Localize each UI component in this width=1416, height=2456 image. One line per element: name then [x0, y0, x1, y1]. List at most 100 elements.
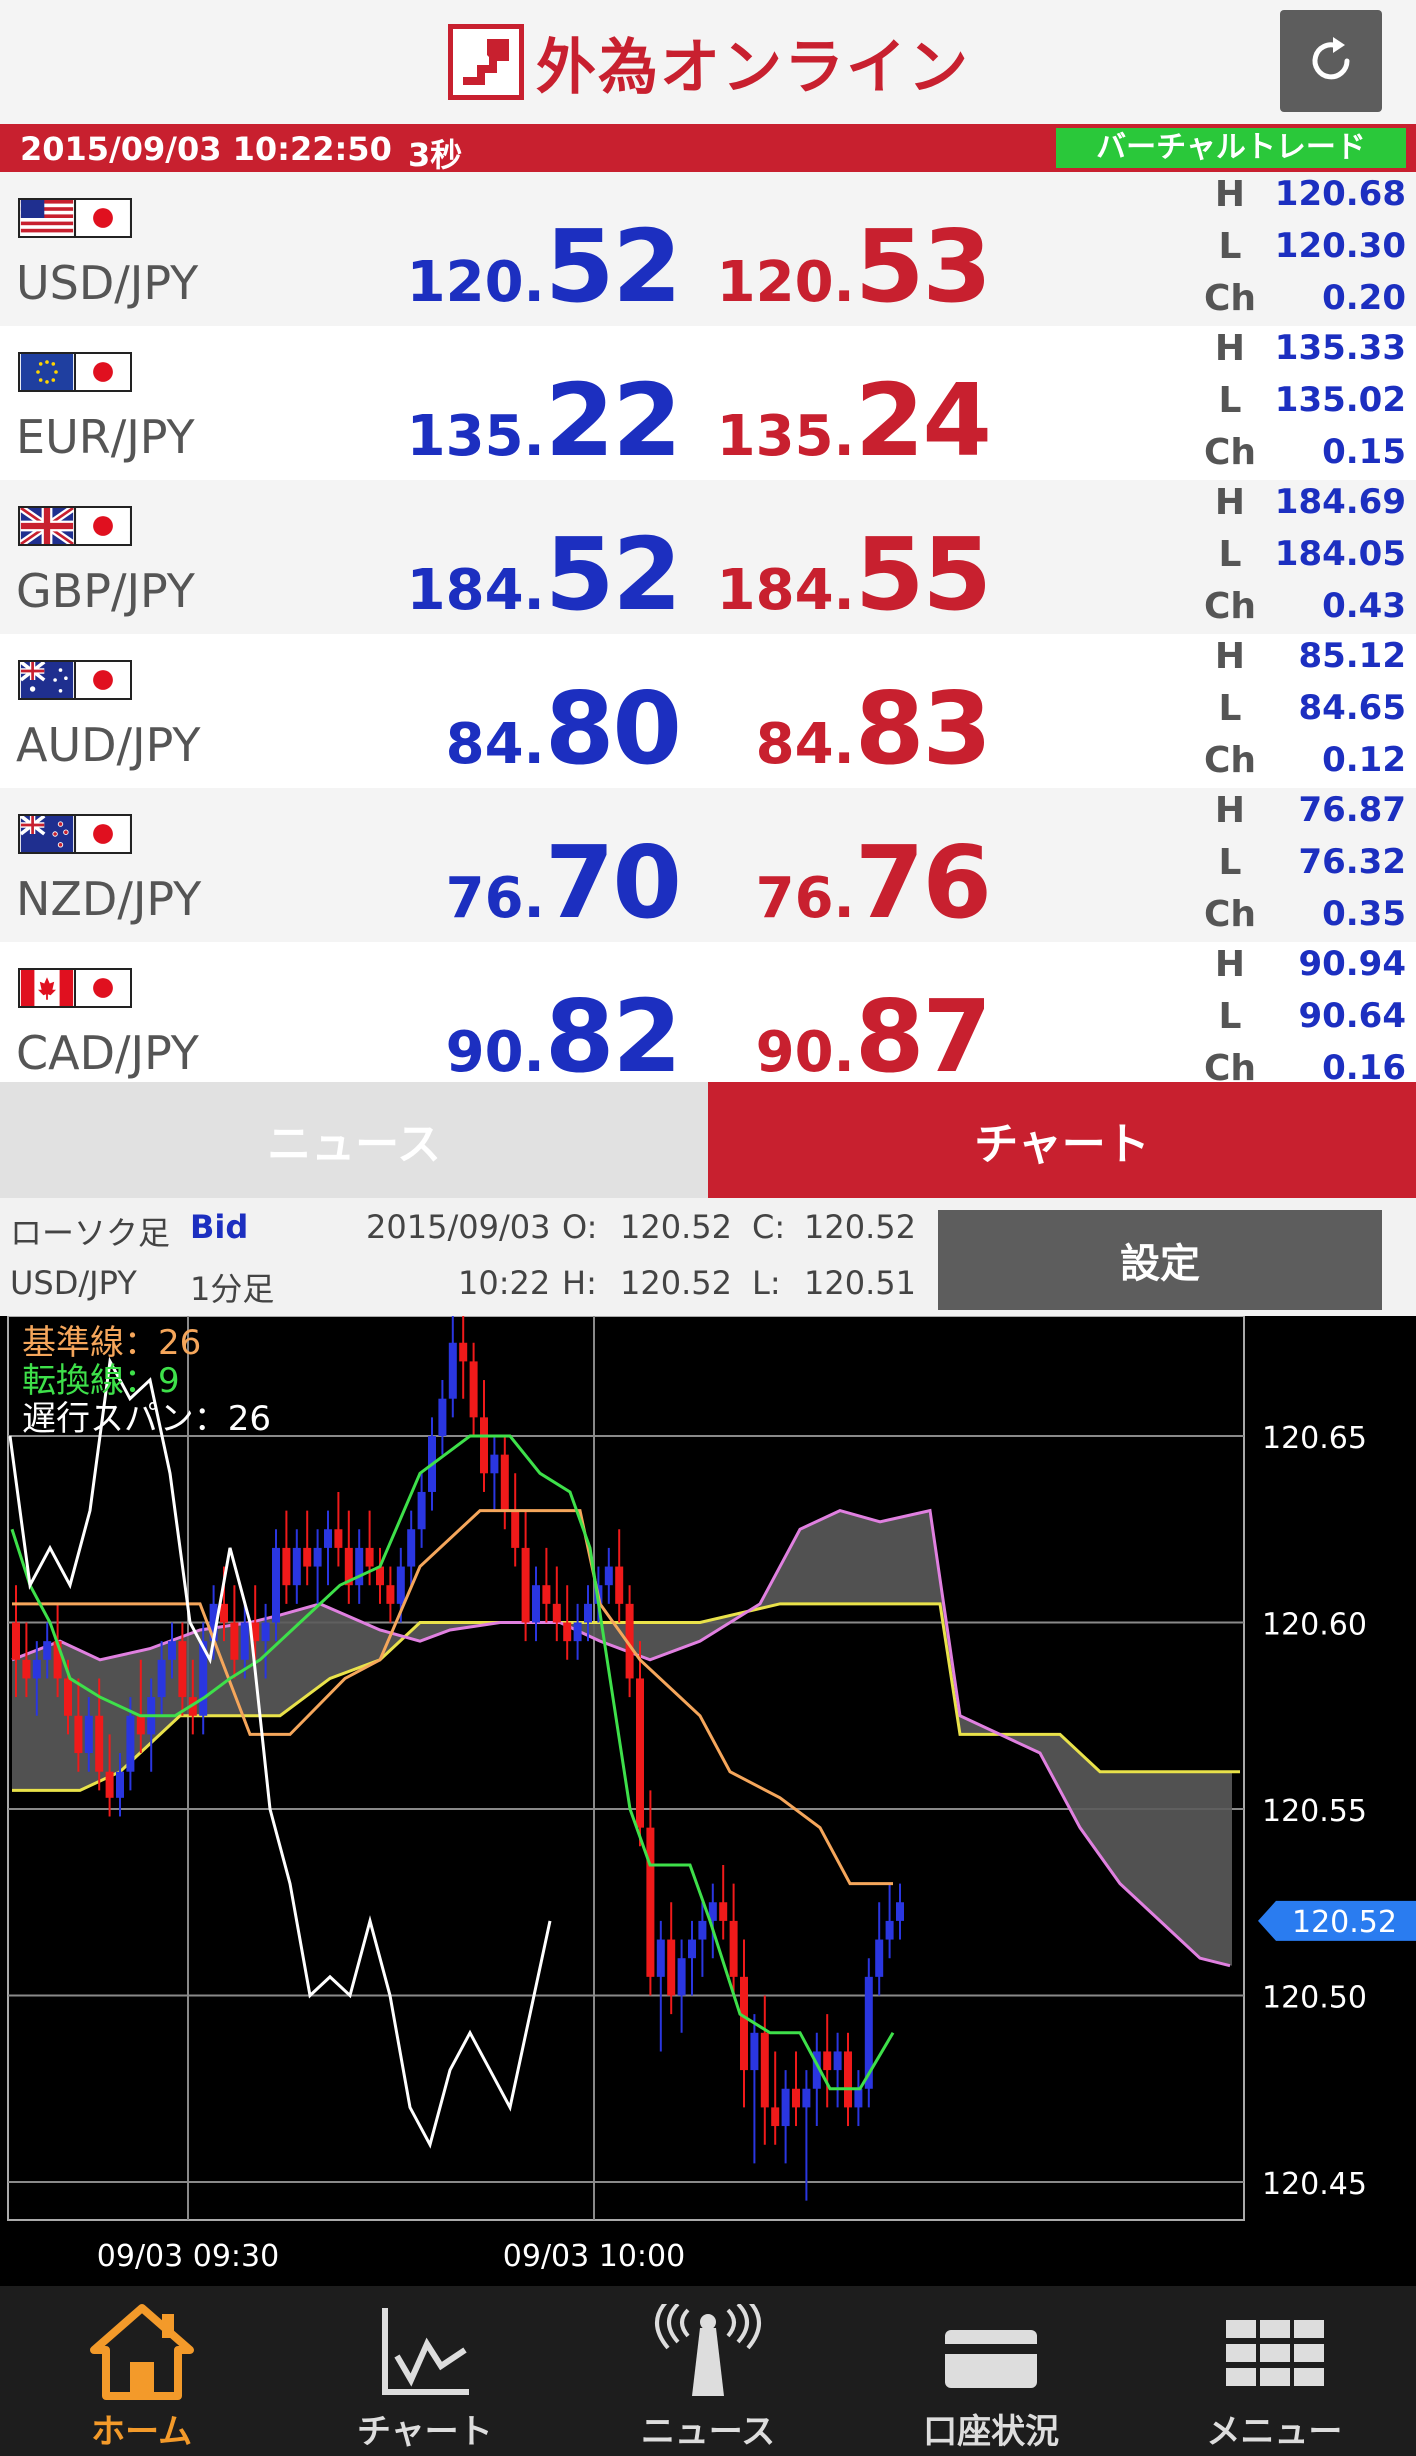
y-tick-label: 120.45	[1262, 2167, 1367, 2202]
logo-text: 外為オンライン	[536, 32, 970, 103]
panel-tabs: ニュース チャート	[0, 1082, 1416, 1198]
high-label: H	[1214, 482, 1246, 523]
ask-price[interactable]: 120.53	[690, 208, 992, 325]
change-label: Ch	[1203, 740, 1257, 781]
bid-price[interactable]: 90.82	[380, 978, 682, 1082]
candle-body	[261, 1622, 270, 1642]
ask-integer: 84.	[755, 712, 855, 777]
chart-canvas[interactable]: 120.65 120.60 120.55 120.50 120.45 09/03 09:3…	[0, 1316, 1416, 2286]
indicator-legend: 基準線：26 転換線：9 遅行スパン：26	[22, 1324, 271, 1438]
candle-body	[386, 1585, 395, 1604]
low-label: L	[1218, 380, 1242, 421]
bid-price[interactable]: 120.52	[380, 208, 682, 325]
bid-price[interactable]: 184.52	[380, 516, 682, 633]
price-chart[interactable]: 120.65 120.60 120.55 120.50 120.45 09/03 09:3…	[0, 1316, 1416, 2286]
price-side: Bid	[190, 1208, 249, 1246]
hlc-stats: H 120.68 L 120.30 Ch 0.20	[1200, 172, 1410, 326]
candle-body	[604, 1566, 613, 1586]
ca-flag-icon	[18, 968, 76, 1008]
current-price-marker: 120.52	[1258, 1900, 1416, 1941]
nav-label: チャート	[356, 2412, 493, 2452]
candle-body	[760, 2032, 769, 2108]
rate-row-cadjpy[interactable]: CAD/JPY 90.82 90.87 H 90.94 L 90.64 Ch 0.16	[0, 942, 1416, 1082]
change-value: 0.12	[1322, 740, 1406, 780]
rate-row-eurjpy[interactable]: EUR/JPY 135.22 135.24 H 135.33 L 135.02 Ch…	[0, 326, 1416, 480]
candle-body	[43, 1641, 52, 1660]
high-label: H	[1214, 790, 1246, 831]
currency-flags	[18, 198, 132, 238]
candle-body	[833, 2051, 842, 2071]
low-value: 120.30	[1274, 226, 1406, 266]
candle-body	[552, 1603, 561, 1623]
virtual-trade-badge[interactable]: バーチャルトレード	[1056, 128, 1406, 168]
ask-price[interactable]: 84.83	[690, 670, 992, 787]
ask-price[interactable]: 90.87	[690, 978, 992, 1082]
low-value: 76.32	[1298, 842, 1406, 882]
candle-body	[334, 1529, 343, 1548]
ask-price[interactable]: 76.76	[690, 824, 992, 941]
currency-flags	[18, 352, 132, 392]
legend-kijun: 基準線：26	[22, 1323, 202, 1363]
candle-body	[823, 2051, 832, 2071]
nav-chart[interactable]: チャート	[283, 2286, 566, 2456]
bid-price[interactable]: 84.80	[380, 670, 682, 787]
nav-account[interactable]: 口座状況	[850, 2286, 1133, 2456]
low-label: L	[1218, 534, 1242, 575]
candle-body	[771, 2107, 780, 2127]
chart-kind: ローソク足	[10, 1214, 171, 1252]
candle-body	[615, 1566, 624, 1604]
low-value: 84.65	[1298, 688, 1406, 728]
candle-body	[292, 1547, 301, 1586]
candle-body	[417, 1491, 426, 1530]
ask-price[interactable]: 135.24	[690, 362, 992, 479]
low-label: L	[1218, 226, 1242, 267]
nav-label: 口座状況	[923, 2412, 1060, 2452]
tab-news[interactable]: ニュース	[0, 1082, 708, 1198]
candle-body	[781, 2088, 790, 2127]
rate-row-audjpy[interactable]: AUD/JPY 84.80 84.83 H 85.12 L 84.65 Ch 0.12	[0, 634, 1416, 788]
current-price-label: 120.52	[1292, 1905, 1397, 1940]
candle-body	[126, 1715, 135, 1772]
ask-integer: 120.	[716, 250, 855, 315]
candle-body	[563, 1622, 572, 1642]
bottom-navigation: ホーム チャート ニュース 口座状況 メニュー	[0, 2286, 1416, 2456]
nav-menu[interactable]: メニュー	[1133, 2286, 1416, 2456]
nav-news[interactable]: ニュース	[566, 2286, 849, 2456]
app-header: 外為オンライン	[0, 0, 1416, 124]
candle-body	[521, 1547, 530, 1623]
ask-integer: 184.	[716, 558, 855, 623]
candle-body	[677, 1958, 686, 1996]
candle-body	[220, 1603, 228, 1623]
candle-body	[313, 1547, 322, 1567]
chart-timeframe: 1分足	[190, 1270, 275, 1308]
close-label: C:	[752, 1208, 786, 1246]
rate-row-gbpjpy[interactable]: GBP/JPY 184.52 184.55 H 184.69 L 184.05 Ch…	[0, 480, 1416, 634]
candle-body	[116, 1771, 124, 1798]
rate-row-nzdjpy[interactable]: NZD/JPY 76.70 76.76 H 76.87 L 76.32 Ch 0.35	[0, 788, 1416, 942]
nav-home[interactable]: ホーム	[0, 2286, 283, 2456]
candle-body	[74, 1715, 83, 1754]
bid-integer: 76.	[445, 866, 545, 931]
chart-settings-button[interactable]: 設定	[938, 1210, 1382, 1310]
candle-body	[240, 1622, 249, 1660]
currency-flags	[18, 660, 132, 700]
ask-pips: 55	[854, 516, 992, 633]
bid-price[interactable]: 76.70	[380, 824, 682, 941]
ask-price[interactable]: 184.55	[690, 516, 992, 633]
change-value: 0.43	[1322, 586, 1406, 626]
y-tick-label: 120.60	[1262, 1608, 1367, 1643]
bid-price[interactable]: 135.22	[380, 362, 682, 479]
hlc-stats: H 135.33 L 135.02 Ch 0.15	[1200, 326, 1410, 480]
ohlc-low-label: L:	[752, 1264, 781, 1302]
high-value: 184.69	[1274, 482, 1406, 522]
ask-pips: 24	[854, 362, 992, 479]
low-label: L	[1218, 996, 1242, 1037]
tab-chart[interactable]: チャート	[708, 1082, 1416, 1198]
rate-row-usdjpy[interactable]: USD/JPY 120.52 120.53 H 120.68 L 120.30 Ch…	[0, 172, 1416, 326]
candle-body	[532, 1585, 540, 1623]
high-value: 85.12	[1298, 636, 1406, 676]
refresh-button[interactable]	[1280, 10, 1382, 112]
candle-body	[365, 1547, 374, 1567]
high-value: 90.94	[1298, 944, 1406, 984]
candle-body	[646, 1827, 655, 1977]
